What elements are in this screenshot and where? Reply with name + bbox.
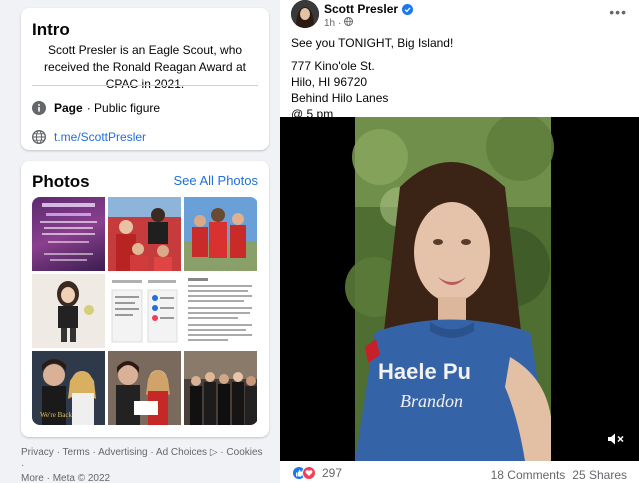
photo-grid: We're Back — [32, 197, 258, 425]
photo-thumbnail[interactable] — [32, 197, 105, 271]
footer-advertising[interactable]: Advertising — [98, 447, 147, 458]
website-link[interactable]: t.me/ScottPresler — [54, 130, 146, 144]
photos-title: Photos — [32, 172, 90, 191]
photo-thumbnail[interactable] — [108, 274, 181, 348]
photo-thumbnail[interactable] — [184, 274, 257, 348]
mute-button[interactable] — [607, 432, 625, 451]
website-row[interactable]: t.me/ScottPresler — [32, 129, 146, 145]
footer-links: Privacy · Terms · Advertising · Ad Choic… — [21, 447, 263, 483]
photo-thumbnail[interactable] — [184, 197, 257, 271]
post-engagement-bar: 297 18 Comments 25 Shares — [280, 461, 639, 483]
photo-thumbnail[interactable]: We're Back — [32, 351, 105, 425]
post-line: See you TONIGHT, Big Island! — [291, 36, 454, 50]
shirt-text-line1: Haele Pu — [378, 359, 471, 384]
post-video[interactable]: Haele Pu Brandon — [280, 117, 639, 461]
post-meta: 1h · — [324, 17, 354, 29]
comments-count[interactable]: 18 Comments — [491, 468, 566, 482]
see-all-photos-link[interactable]: See All Photos — [173, 173, 258, 188]
post-text: See you TONIGHT, Big Island! 777 Kino'ol… — [291, 35, 453, 122]
post-line: Behind Hilo Lanes — [291, 91, 389, 105]
category-row: Page · Public figure — [32, 100, 160, 116]
intro-title: Intro — [32, 20, 70, 39]
engagement-counts: 18 Comments 25 Shares — [491, 468, 627, 482]
post-time[interactable]: 1h — [324, 18, 335, 29]
ad-choices-icon: ▷ — [209, 447, 218, 458]
post-line: 777 Kino'ole St. — [291, 59, 375, 73]
footer-ad-choices[interactable]: Ad Choices — [156, 447, 207, 458]
speaker-muted-icon — [608, 433, 624, 445]
footer-privacy[interactable]: Privacy — [21, 447, 54, 458]
author-name[interactable]: Scott Presler — [324, 2, 414, 16]
globe-icon — [32, 130, 46, 144]
post-line: Hilo, HI 96720 — [291, 75, 368, 89]
intro-card: Intro Scott Presler is an Eagle Scout, w… — [21, 8, 269, 150]
footer-cookies[interactable]: Cookies — [226, 447, 262, 458]
post-card: Scott Presler 1h · ••• See you TONIGHT, … — [280, 0, 639, 483]
photo-thumbnail[interactable] — [32, 274, 105, 348]
footer-meta: Meta © 2022 — [52, 473, 111, 483]
intro-divider — [32, 85, 258, 86]
photo-thumbnail[interactable] — [108, 197, 181, 271]
category-value: · Public figure — [86, 101, 161, 115]
footer-more[interactable]: More — [21, 473, 44, 483]
footer-terms[interactable]: Terms — [63, 447, 90, 458]
post-options-button[interactable]: ••• — [609, 4, 627, 20]
category-label: Page — [54, 101, 83, 115]
shares-count[interactable]: 25 Shares — [572, 468, 627, 482]
photos-card: Photos See All Photos We're Back — [21, 161, 269, 437]
reactions-summary[interactable]: 297 — [292, 466, 342, 480]
photo-thumbnail[interactable] — [108, 351, 181, 425]
author-name-text[interactable]: Scott Presler — [324, 2, 398, 16]
love-reaction-icon — [302, 466, 316, 480]
info-icon — [32, 101, 46, 115]
verified-badge-icon — [402, 3, 414, 15]
public-globe-icon — [344, 17, 354, 29]
svg-text:We're Back: We're Back — [40, 411, 72, 419]
reactions-count[interactable]: 297 — [322, 466, 342, 480]
author-avatar[interactable] — [291, 0, 319, 28]
shirt-text-line2: Brandon — [400, 391, 463, 411]
photo-thumbnail[interactable] — [184, 351, 257, 425]
